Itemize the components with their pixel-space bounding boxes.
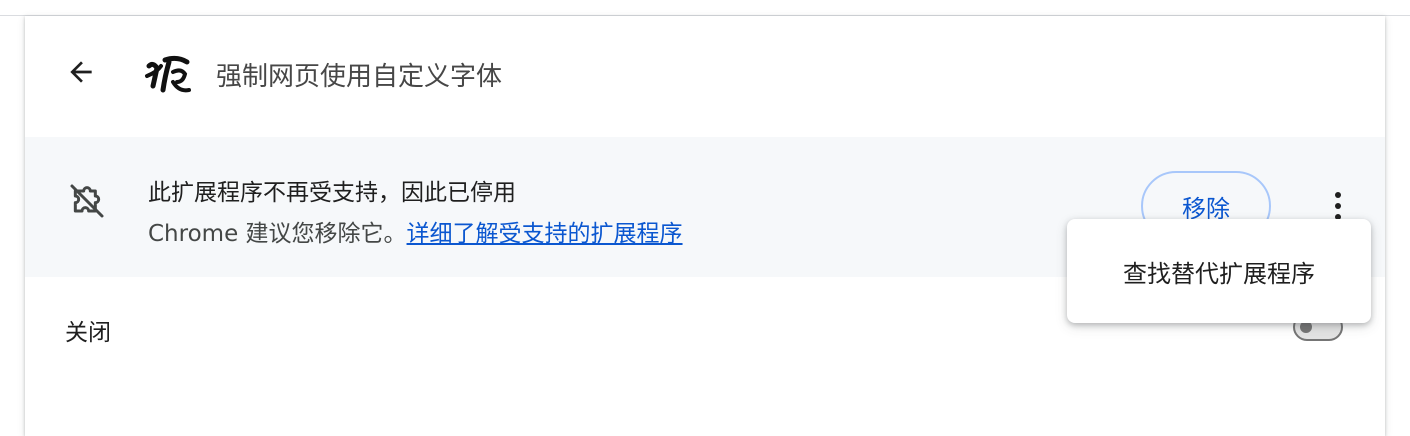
- kebab-dot: [1335, 192, 1341, 198]
- warning-message-line: Chrome 建议您移除它。详细了解受支持的扩展程序: [148, 214, 683, 248]
- overflow-menu: 查找替代扩展程序: [1067, 219, 1371, 323]
- back-button[interactable]: [61, 52, 101, 92]
- warning-message: Chrome 建议您移除它。: [148, 221, 407, 247]
- learn-more-link[interactable]: 详细了解受支持的扩展程序: [407, 221, 683, 247]
- details-header: 强制网页使用自定义字体: [25, 16, 1385, 136]
- arrow-left-icon: [70, 61, 92, 83]
- kebab-dot: [1335, 203, 1341, 209]
- toggle-label: 关闭: [65, 320, 111, 346]
- extension-off-icon: [70, 184, 104, 218]
- menu-item-find-alternative[interactable]: 查找替代扩展程序: [1067, 237, 1371, 305]
- calligraphy-logo-icon: [145, 55, 191, 93]
- extension-name: 强制网页使用自定义字体: [216, 62, 503, 92]
- warning-title: 此扩展程序不再受支持，因此已停用: [148, 180, 516, 206]
